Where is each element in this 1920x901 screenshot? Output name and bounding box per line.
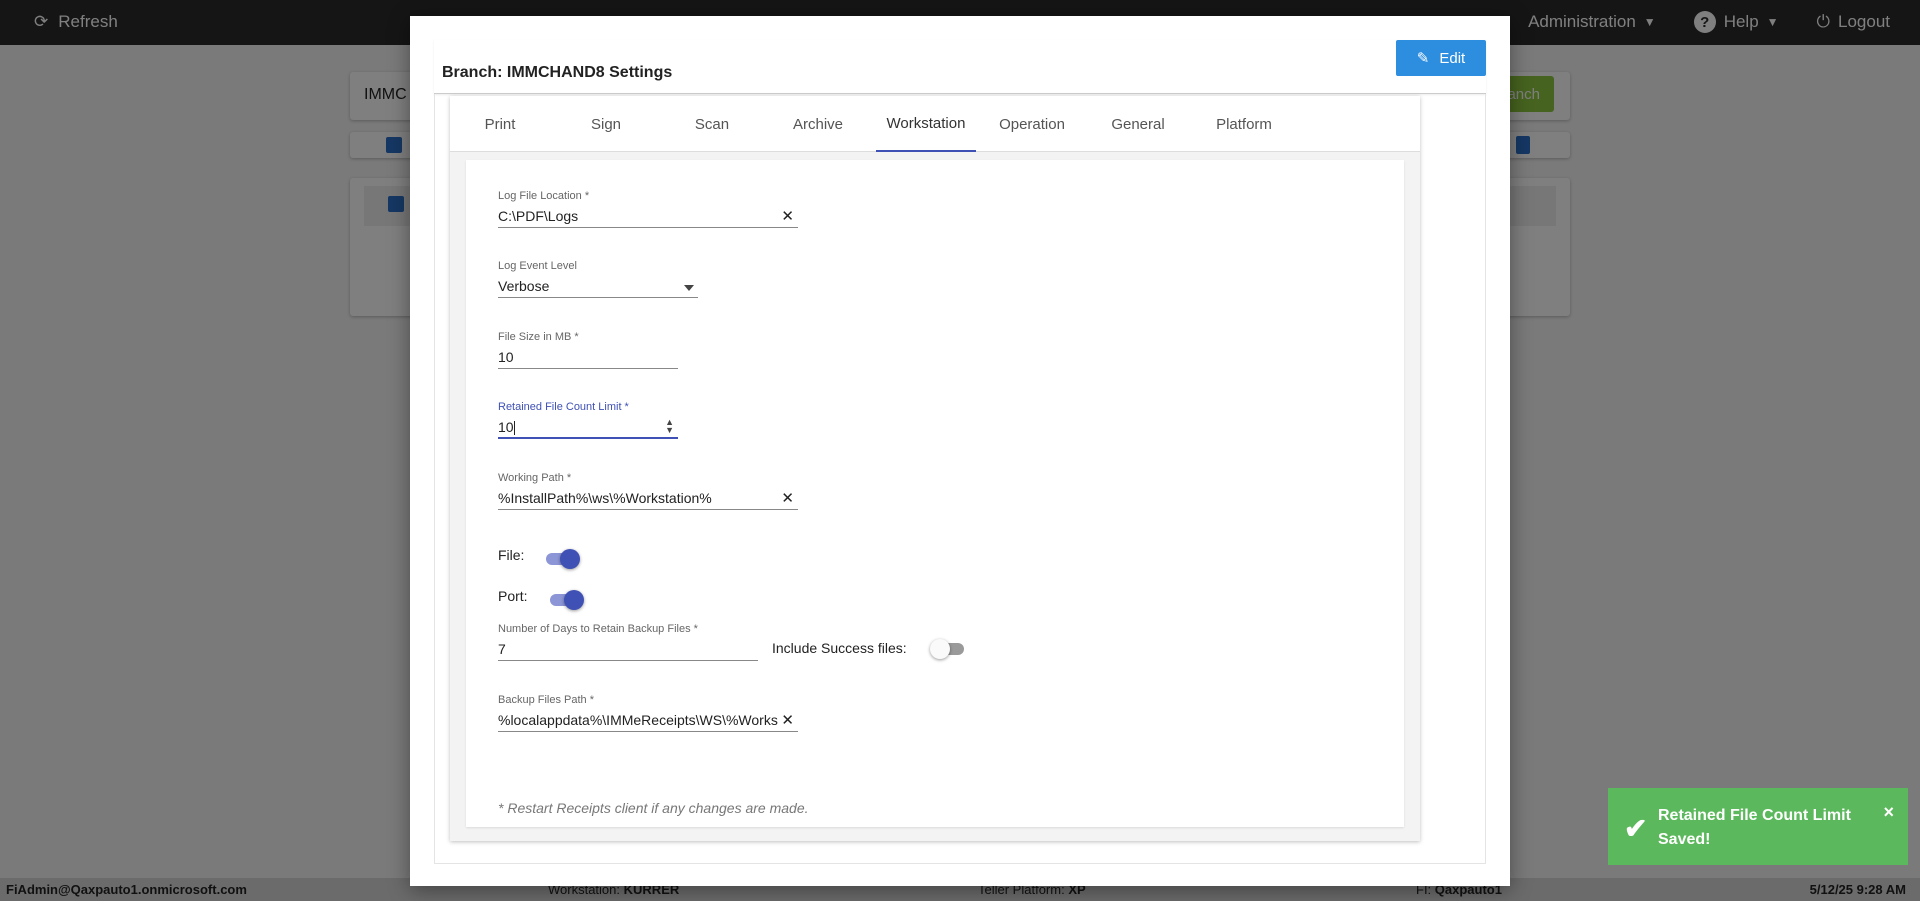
port-toggle-row: Port: (498, 583, 584, 610)
settings-tabs-panel: Print Sign Scan Archive Workstation Oper… (450, 96, 1420, 841)
port-toggle-label: Port: (498, 588, 528, 604)
pencil-icon: ✎ (1416, 50, 1430, 67)
dialog-title: Branch: IMMCHAND8 Settings (442, 64, 673, 81)
backup-path-input[interactable]: %localappdata%\IMMeReceipts\WS\%Works ✕ (498, 710, 798, 732)
include-success-toggle[interactable] (930, 638, 966, 659)
success-toast: ✔ Retained File Count Limit Saved! × (1608, 788, 1908, 865)
tab-print[interactable]: Print (450, 96, 550, 152)
working-path-value: %InstallPath%\ws\%Workstation% (498, 490, 712, 506)
retained-file-count-field: Retained File Count Limit * 10 ▲ ▼ (498, 401, 678, 439)
log-event-level-value: Verbose (498, 278, 550, 294)
days-retain-label: Number of Days to Retain Backup Files * (498, 623, 698, 635)
days-retain-field: Number of Days to Retain Backup Files * … (498, 623, 758, 661)
text-cursor (513, 421, 515, 436)
toggle-knob (930, 639, 950, 659)
log-event-level-label: Log Event Level (498, 260, 577, 272)
log-file-location-value: C:\PDF\Logs (498, 208, 579, 224)
close-icon[interactable]: × (1883, 802, 1894, 823)
backup-path-field: Backup Files Path * %localappdata%\IMMeR… (498, 694, 798, 732)
tab-workstation[interactable]: Workstation (876, 96, 976, 152)
restart-note: * Restart Receipts client if any changes… (498, 800, 809, 816)
backup-path-label: Backup Files Path * (498, 694, 594, 706)
log-file-location-input[interactable]: C:\PDF\Logs ✕ (498, 206, 798, 228)
file-size-label: File Size in MB * (498, 331, 579, 343)
tab-platform[interactable]: Platform (1194, 96, 1294, 152)
working-path-label: Working Path * (498, 472, 572, 484)
file-size-field: File Size in MB * 10 (498, 331, 678, 369)
days-retain-input[interactable]: 7 (498, 639, 758, 661)
include-success-label: Include Success files: (772, 640, 907, 656)
number-spinner-icon[interactable]: ▲ ▼ (665, 418, 674, 435)
log-event-level-select[interactable]: Verbose (498, 276, 698, 298)
log-file-location-label: Log File Location * (498, 190, 590, 202)
backup-path-value: %localappdata%\IMMeReceipts\WS\%Works (498, 712, 778, 728)
file-toggle[interactable] (544, 548, 580, 569)
toggle-knob (564, 590, 584, 610)
days-retain-value: 7 (498, 641, 506, 657)
edit-label: Edit (1439, 49, 1466, 67)
workstation-settings-form: Log File Location * C:\PDF\Logs ✕ Log Ev… (466, 160, 1404, 827)
retained-file-count-input[interactable]: 10 ▲ ▼ (498, 417, 678, 439)
log-event-level-field: Log Event Level Verbose (498, 260, 698, 298)
settings-tabs: Print Sign Scan Archive Workstation Oper… (450, 96, 1420, 152)
working-path-input[interactable]: %InstallPath%\ws\%Workstation% ✕ (498, 488, 798, 510)
edit-button[interactable]: ✎ Edit (1396, 40, 1486, 76)
retained-file-count-value: 10 (498, 419, 514, 435)
file-toggle-label: File: (498, 547, 525, 563)
file-size-value: 10 (498, 349, 514, 365)
dropdown-arrow-icon (684, 285, 694, 291)
branch-settings-dialog: Branch: IMMCHAND8 Settings ✎ Edit Print … (410, 16, 1510, 886)
tab-sign[interactable]: Sign (556, 96, 656, 152)
tab-scan[interactable]: Scan (662, 96, 762, 152)
file-size-input[interactable]: 10 (498, 347, 678, 369)
toggle-knob (560, 549, 580, 569)
clear-icon[interactable]: ✕ (781, 489, 794, 507)
check-icon: ✔ (1624, 813, 1648, 844)
tab-general[interactable]: General (1088, 96, 1188, 152)
retained-file-count-label: Retained File Count Limit * (498, 401, 629, 413)
tab-archive[interactable]: Archive (768, 96, 868, 152)
file-toggle-row: File: (498, 542, 580, 569)
log-file-location-field: Log File Location * C:\PDF\Logs ✕ (498, 190, 798, 228)
working-path-field: Working Path * %InstallPath%\ws\%Worksta… (498, 472, 798, 510)
clear-icon[interactable]: ✕ (781, 711, 794, 729)
port-toggle[interactable] (548, 589, 584, 610)
tab-operation[interactable]: Operation (982, 96, 1082, 152)
toast-message: Retained File Count Limit Saved! (1658, 807, 1851, 848)
clear-icon[interactable]: ✕ (781, 207, 794, 225)
include-success-row: Include Success files: (772, 638, 966, 659)
